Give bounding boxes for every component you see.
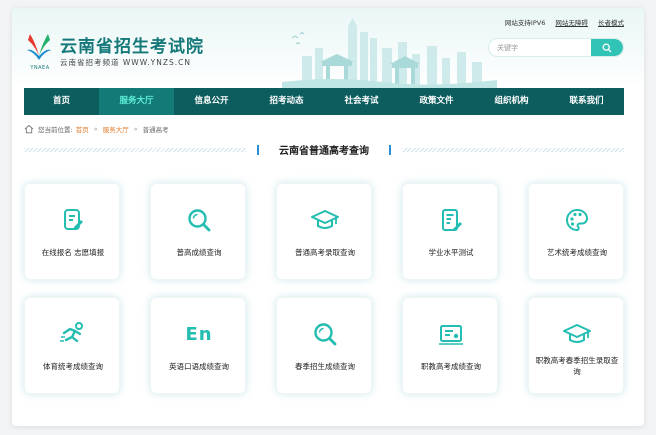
nav-item-social-exams[interactable]: 社会考试 [324,88,399,115]
english-en-icon: En [185,320,213,348]
runner-icon [59,320,87,348]
nav-item-contact[interactable]: 联系我们 [549,88,624,115]
breadcrumb-current: 普通高考 [142,126,169,134]
decorative-bar-right [389,145,391,155]
card-english-oral-query[interactable]: En 英语口语成绩查询 [150,297,246,394]
card-label: 春季招生成绩查询 [295,362,355,371]
card-art-exam-query[interactable]: 艺术统考成绩查询 [528,183,624,280]
search-box [488,38,624,57]
main-nav: 首页 服务大厅 信息公开 招考动态 社会考试 政策文件 组织机构 联系我们 [24,88,624,115]
card-spring-score-query[interactable]: 春季招生成绩查询 [276,297,372,394]
certificate-icon [437,320,465,348]
card-label: 艺术统考成绩查询 [547,248,607,257]
card-label: 学业水平测试 [428,248,474,257]
card-label: 普通高考录取查询 [295,248,355,257]
nav-item-home[interactable]: 首页 [24,88,99,115]
ipv6-label: 网站支持IPV6 [504,19,546,27]
home-icon [24,124,34,134]
card-label: 职教高考春季招生录取查询 [535,356,619,376]
decorative-hatch-right [402,148,624,152]
ynaea-logo-icon [27,34,51,60]
city-skyline-illustration [282,18,497,88]
palette-icon [563,206,591,234]
english-en-text: En [185,323,213,345]
card-online-registration[interactable]: 在线报名 志愿填报 [24,183,120,280]
nav-item-info-disclosure[interactable]: 信息公开 [174,88,249,115]
edit-document-icon [59,206,87,234]
search-magnifier-icon [185,206,213,234]
site-title: 云南省招生考试院 [60,37,204,57]
breadcrumb-prefix: 您当前位置: [38,126,73,134]
nav-item-policy-docs[interactable]: 政策文件 [399,88,474,115]
nav-item-exam-news[interactable]: 招考动态 [249,88,324,115]
card-vocational-spring-admission-query[interactable]: 职教高考春季招生录取查询 [528,297,624,394]
logo-text: YNAEA [30,65,50,71]
nav-item-service-hall[interactable]: 服务大厅 [99,88,174,115]
card-label: 职教高考成绩查询 [421,362,481,371]
search-icon [602,43,612,52]
page: YNAEA 云南省招生考试院 云南省招考频道 WWW.YNZS.CN 网站支持I… [12,8,644,426]
search-input[interactable] [489,39,593,56]
breadcrumb-service-hall-link[interactable]: 服务大厅 [103,124,129,134]
elder-mode-link[interactable]: 长者模式 [598,19,624,27]
search-button[interactable] [591,39,623,56]
graduation-cap-icon [311,206,339,234]
card-vocational-score-query[interactable]: 职教高考成绩查询 [402,297,498,394]
accessibility-link[interactable]: 网站无障碍 [555,19,588,27]
card-admission-query[interactable]: 普通高考录取查询 [276,183,372,280]
card-label: 英语口语成绩查询 [169,362,229,371]
card-academic-test[interactable]: 学业水平测试 [402,183,498,280]
breadcrumb-home-link[interactable]: 首页 [76,124,89,134]
card-label: 在线报名 志愿填报 [41,248,105,257]
site-subtitle: 云南省招考频道 WWW.YNZS.CN [60,58,191,67]
breadcrumb-separator: » [133,125,138,133]
nav-item-organization[interactable]: 组织机构 [474,88,549,115]
breadcrumb-separator: » [93,125,98,133]
card-label: 体育统考成绩查询 [43,362,103,371]
breadcrumb: 您当前位置: 首页 » 服务大厅 » 普通高考 [24,124,169,134]
top-links: 网站支持IPV6 网站无障碍 长者模式 [497,17,624,27]
graduation-cap-icon [563,320,591,348]
site-header: YNAEA 云南省招生考试院 云南省招考频道 WWW.YNZS.CN 网站支持I… [12,8,644,88]
search-magnifier-icon [311,320,339,348]
card-sports-exam-query[interactable]: 体育统考成绩查询 [24,297,120,394]
card-general-score-query[interactable]: 普高成绩查询 [150,183,246,280]
checklist-edit-icon [437,206,465,234]
card-label: 普高成绩查询 [176,248,222,257]
section-header: 云南省普通高考查询 [24,142,624,158]
